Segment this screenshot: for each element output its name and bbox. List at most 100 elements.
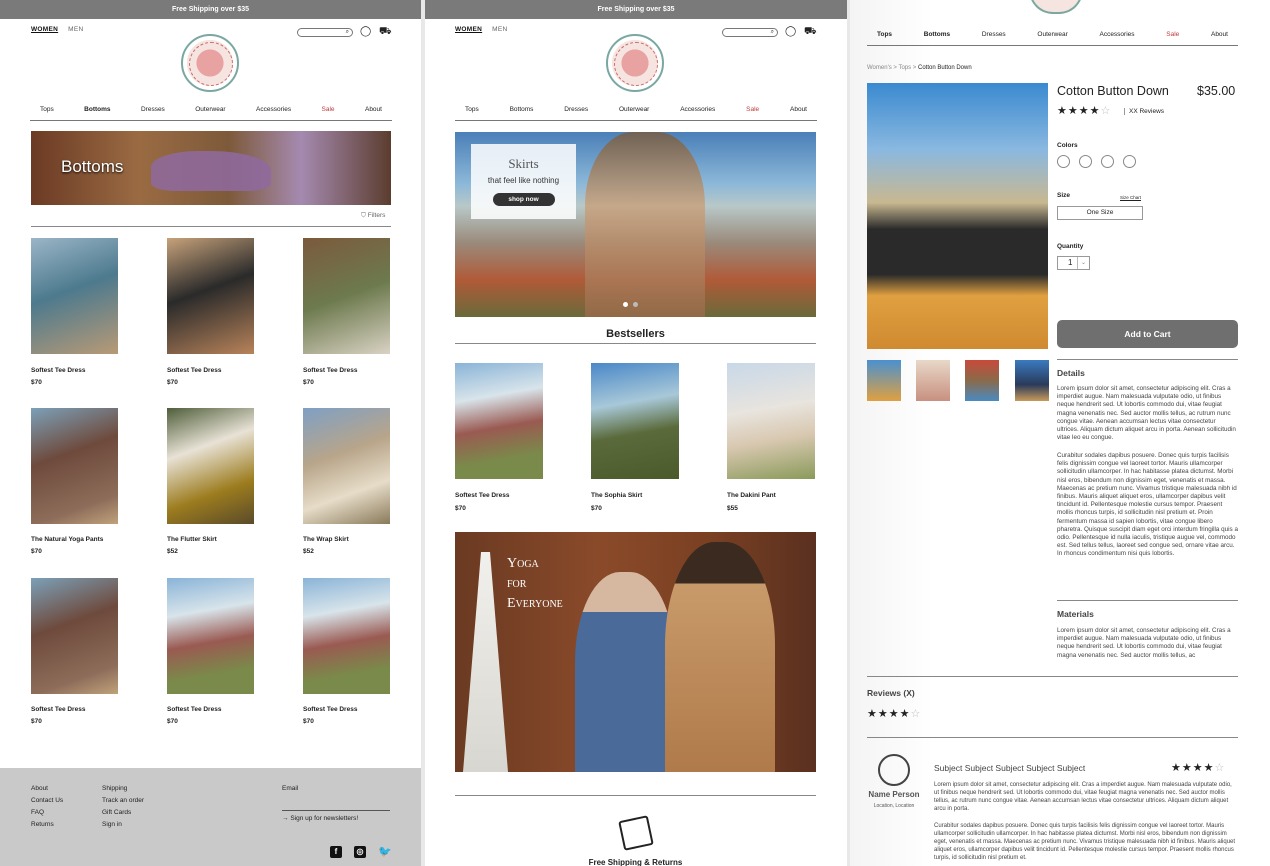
cat-about[interactable]: About bbox=[365, 106, 382, 113]
colors-label: Colors bbox=[1057, 142, 1078, 149]
color-swatch[interactable] bbox=[1101, 155, 1114, 168]
facebook-icon[interactable]: f bbox=[330, 846, 342, 858]
product-image[interactable] bbox=[303, 238, 390, 354]
product-name[interactable]: The Wrap Skirt bbox=[303, 536, 349, 543]
search-input[interactable]: ⌕ bbox=[722, 28, 778, 37]
product-name[interactable]: Softest Tee Dress bbox=[167, 367, 221, 374]
quantity-select[interactable]: 1 ⌄ bbox=[1057, 256, 1090, 270]
product-name[interactable]: Softest Tee Dress bbox=[455, 492, 509, 499]
cat-dresses[interactable]: Dresses bbox=[141, 106, 165, 113]
product-price: $35.00 bbox=[1197, 84, 1236, 98]
footer-link[interactable]: About bbox=[31, 783, 63, 795]
thumbnail[interactable] bbox=[916, 360, 950, 401]
color-swatch[interactable] bbox=[1123, 155, 1136, 168]
hero-carousel[interactable]: Skirts that feel like nothing shop now bbox=[455, 132, 816, 317]
account-icon[interactable]: ◯ bbox=[360, 26, 371, 37]
cat-sale[interactable]: Sale bbox=[746, 106, 759, 113]
cat-outerwear[interactable]: Outerwear bbox=[619, 106, 649, 113]
product-name[interactable]: Softest Tee Dress bbox=[31, 706, 85, 713]
details-text: Curabitur sodales dapibus posuere. Donec… bbox=[1057, 452, 1238, 558]
cat-sale[interactable]: Sale bbox=[322, 106, 335, 113]
product-name[interactable]: Softest Tee Dress bbox=[167, 706, 221, 713]
filters-button[interactable]: ⛉ Filters bbox=[361, 212, 385, 220]
thumbnail[interactable] bbox=[867, 360, 901, 401]
product-price: $70 bbox=[31, 718, 42, 725]
footer-link[interactable]: Gift Cards bbox=[102, 807, 144, 819]
cat-tops[interactable]: Tops bbox=[877, 31, 892, 38]
cat-sale[interactable]: Sale bbox=[1166, 31, 1179, 38]
product-image[interactable] bbox=[727, 363, 815, 479]
cat-accessories[interactable]: Accessories bbox=[680, 106, 715, 113]
product-image[interactable] bbox=[591, 363, 679, 479]
nav-women[interactable]: WOMEN bbox=[31, 26, 58, 33]
size-select[interactable]: One Size bbox=[1057, 206, 1143, 220]
cat-tops[interactable]: Tops bbox=[40, 106, 54, 113]
product-name[interactable]: The Flutter Skirt bbox=[167, 536, 217, 543]
breadcrumb-link[interactable]: Tops bbox=[898, 65, 911, 71]
cat-dresses[interactable]: Dresses bbox=[982, 31, 1006, 38]
size-chart-link[interactable]: Size Chart bbox=[1120, 195, 1141, 200]
search-input[interactable]: ⌕ bbox=[297, 28, 353, 37]
product-image[interactable] bbox=[303, 408, 390, 524]
cat-outerwear[interactable]: Outerwear bbox=[1037, 31, 1067, 38]
cat-accessories[interactable]: Accessories bbox=[256, 106, 291, 113]
cat-tops[interactable]: Tops bbox=[465, 106, 479, 113]
email-field[interactable] bbox=[282, 810, 390, 811]
reviewer-location: Location, Location bbox=[873, 803, 915, 809]
brand-logo[interactable] bbox=[1029, 0, 1083, 14]
footer-link[interactable]: Sign in bbox=[102, 819, 144, 831]
product-name[interactable]: Softest Tee Dress bbox=[303, 706, 357, 713]
footer-link[interactable]: Contact Us bbox=[31, 795, 63, 807]
nav-men[interactable]: MEN bbox=[68, 26, 83, 33]
product-image[interactable] bbox=[167, 408, 254, 524]
product-name[interactable]: Softest Tee Dress bbox=[31, 367, 85, 374]
account-icon[interactable]: ◯ bbox=[785, 26, 796, 37]
carousel-dot[interactable] bbox=[623, 302, 628, 307]
nav-men[interactable]: MEN bbox=[492, 26, 507, 33]
nav-women[interactable]: WOMEN bbox=[455, 26, 482, 33]
hero-banner[interactable]: Bottoms bbox=[31, 131, 391, 205]
product-name[interactable]: The Dakini Pant bbox=[727, 492, 776, 499]
footer-link[interactable]: Returns bbox=[31, 819, 63, 831]
product-image[interactable] bbox=[31, 408, 118, 524]
cat-dresses[interactable]: Dresses bbox=[564, 106, 588, 113]
color-swatch[interactable] bbox=[1079, 155, 1092, 168]
product-image[interactable] bbox=[31, 578, 118, 694]
carousel-dot[interactable] bbox=[633, 302, 638, 307]
cat-bottoms[interactable]: Bottoms bbox=[84, 106, 110, 113]
product-name[interactable]: The Natural Yoga Pants bbox=[31, 536, 103, 543]
cat-outerwear[interactable]: Outerwear bbox=[195, 106, 225, 113]
cart-icon[interactable]: ⛟ bbox=[804, 26, 817, 37]
product-main-image[interactable] bbox=[867, 83, 1048, 349]
twitter-icon[interactable]: 🐦 bbox=[378, 846, 392, 858]
breadcrumb-link[interactable]: Women's bbox=[867, 65, 892, 71]
product-image[interactable] bbox=[455, 363, 543, 479]
thumbnail[interactable] bbox=[965, 360, 999, 401]
product-image[interactable] bbox=[167, 578, 254, 694]
shop-now-button[interactable]: shop now bbox=[492, 193, 555, 206]
reviews-link[interactable]: XX Reviews bbox=[1124, 108, 1164, 115]
product-name[interactable]: The Sophia Skirt bbox=[591, 492, 642, 499]
footer-link[interactable]: FAQ bbox=[31, 807, 63, 819]
product-image[interactable] bbox=[303, 578, 390, 694]
add-to-cart-button[interactable]: Add to Cart bbox=[1057, 320, 1238, 348]
cat-about[interactable]: About bbox=[1211, 31, 1228, 38]
footer-link[interactable]: Track an order bbox=[102, 795, 144, 807]
color-swatch[interactable] bbox=[1057, 155, 1070, 168]
instagram-icon[interactable]: ◎ bbox=[354, 846, 366, 858]
yoga-banner[interactable]: Yoga for Everyone bbox=[455, 532, 816, 772]
brand-logo[interactable] bbox=[181, 34, 239, 92]
cat-bottoms[interactable]: Bottoms bbox=[924, 31, 950, 38]
newsletter-button[interactable]: → Sign up for newsletters! bbox=[282, 813, 358, 825]
cat-bottoms[interactable]: Bottoms bbox=[510, 106, 534, 113]
product-image[interactable] bbox=[167, 238, 254, 354]
brand-logo[interactable] bbox=[606, 34, 664, 92]
cat-about[interactable]: About bbox=[790, 106, 807, 113]
product-image[interactable] bbox=[31, 238, 118, 354]
cat-accessories[interactable]: Accessories bbox=[1099, 31, 1134, 38]
cart-icon[interactable]: ⛟ bbox=[379, 26, 392, 37]
filters-label: Filters bbox=[367, 212, 386, 219]
thumbnail[interactable] bbox=[1015, 360, 1049, 401]
footer-link[interactable]: Shipping bbox=[102, 783, 144, 795]
product-name[interactable]: Softest Tee Dress bbox=[303, 367, 357, 374]
